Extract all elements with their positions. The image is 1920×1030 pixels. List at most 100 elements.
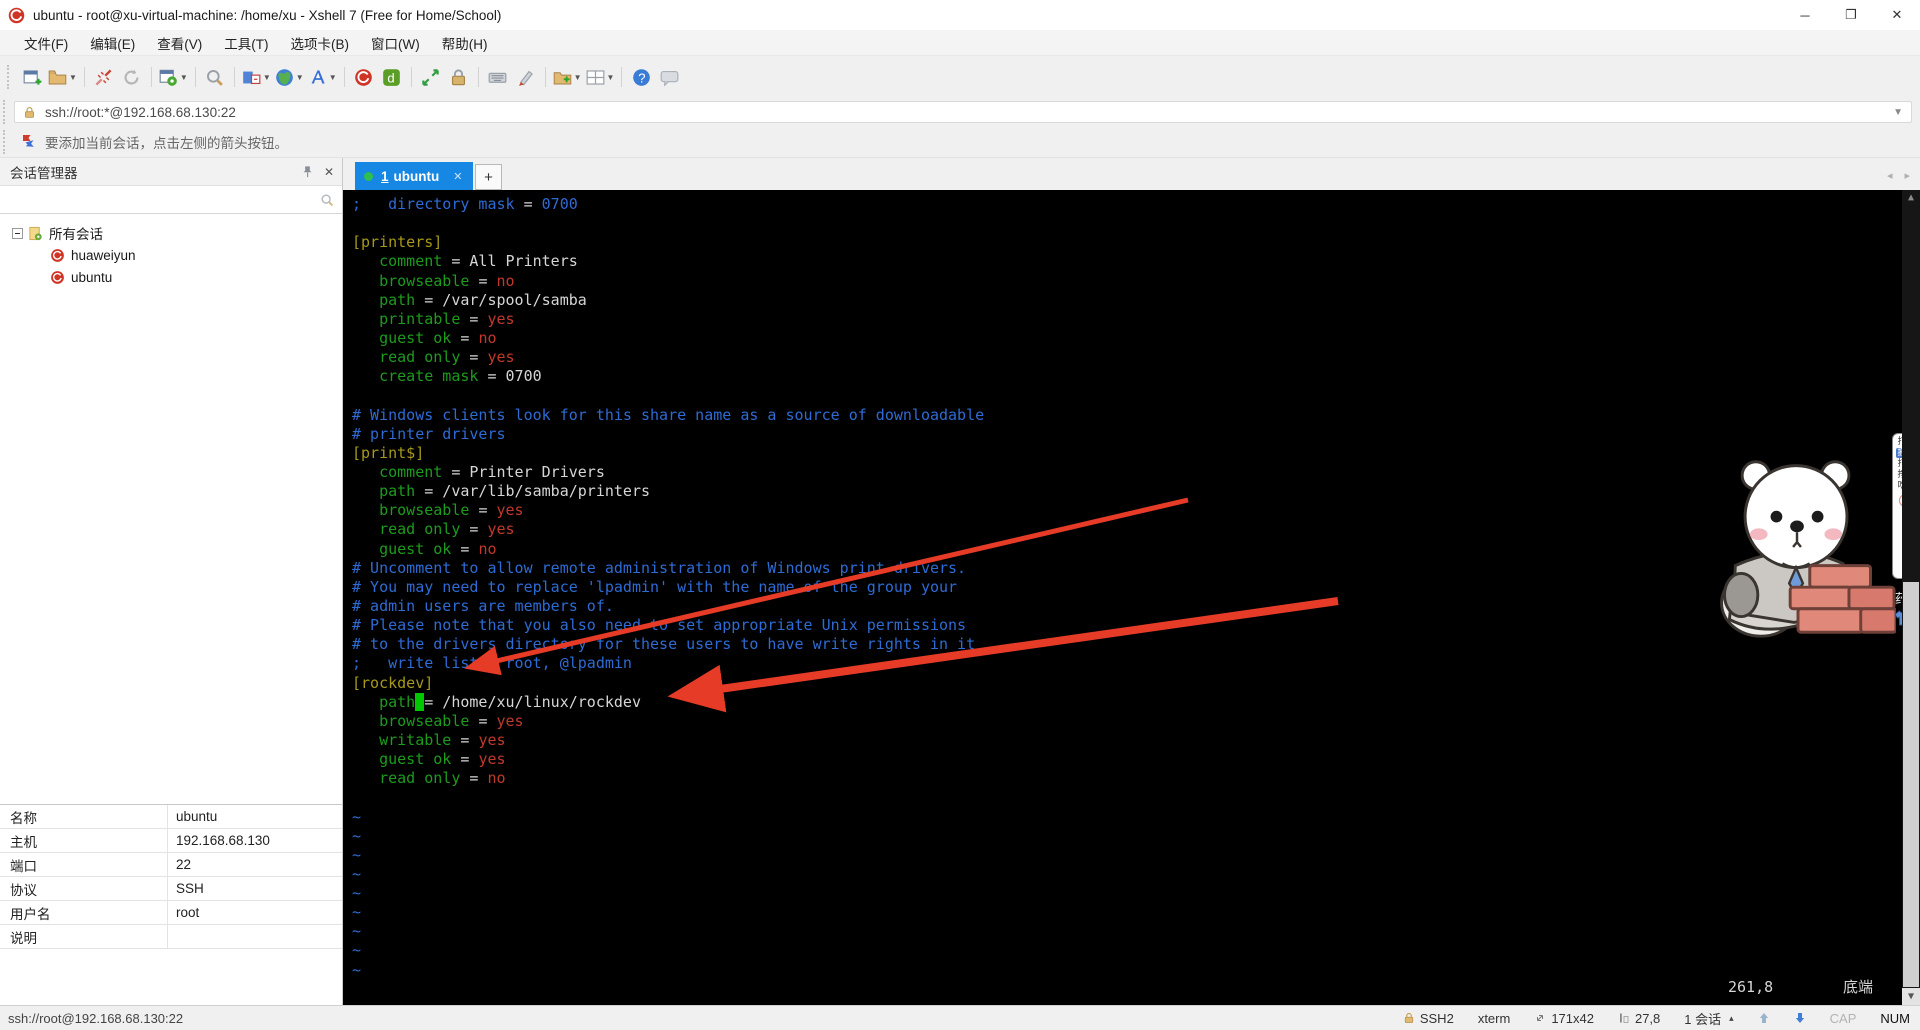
status-scroll-up[interactable] [1758,1012,1770,1024]
address-bar: ssh://root:*@192.168.68.130:22 ▼ [0,98,1920,126]
session-search[interactable] [0,186,342,214]
add-session-flag-icon[interactable] [20,134,36,150]
new-tab-button[interactable]: + [475,164,502,190]
menu-item-3[interactable]: 工具(T) [214,30,278,56]
infobar-grip[interactable] [3,130,9,154]
highlighter-icon [516,68,535,87]
dropdown-arrow-icon[interactable]: ▼ [574,73,582,82]
status-scroll-down[interactable] [1794,1012,1806,1024]
terminal-line: ~ [352,865,1902,884]
terminal-line: ~ [352,846,1902,865]
property-row: 名称ubuntu [0,805,342,829]
tree-item-all-sessions[interactable]: 所有会话 [0,222,342,244]
terminal-line: browseable = yes [352,712,1902,731]
new-folder-button[interactable]: ▼ [551,63,584,91]
disconnect-button[interactable] [90,63,118,91]
panel-close-icon[interactable]: ✕ [324,165,334,179]
dropdown-arrow-icon[interactable]: ▼ [296,73,304,82]
scrollbar-down-icon[interactable]: ▼ [1902,988,1920,1005]
status-session-count[interactable]: 1 会话▴ [1684,1009,1733,1028]
dropdown-arrow-icon[interactable]: ▼ [69,73,77,82]
minimize-button[interactable]: ─ [1782,0,1828,30]
tree-item-ubuntu[interactable]: ubuntu [0,266,342,288]
tile-layout-button[interactable]: ▼ [584,63,617,91]
toolbar-group: ? [627,63,683,91]
menu-item-6[interactable]: 帮助(H) [432,30,498,56]
scrollbar-thumb[interactable] [1903,582,1919,987]
property-row: 说明 [0,925,342,949]
reconnect-icon [122,68,141,87]
dropdown-arrow-icon[interactable]: ▼ [607,73,615,82]
xshell-app-button[interactable] [350,63,378,91]
addressbar-grip[interactable] [3,100,9,124]
status-right: SSH2xterm171x4227,81 会话▴CAPNUM [1403,1009,1910,1028]
reconnect-button[interactable] [118,63,146,91]
terminal-text-segment: = /var/spool/samba [424,291,587,309]
toolbar-separator [478,67,479,87]
session-label: huaweiyun [71,248,136,263]
close-button[interactable]: ✕ [1874,0,1920,30]
file-transfer-button[interactable]: ▼ [240,63,273,91]
toolbar-grip[interactable] [7,65,13,89]
menu-item-2[interactable]: 查看(V) [147,30,212,56]
sidebar-footer [0,949,342,1005]
session-icon [50,248,65,263]
scrollbar-up-icon[interactable]: ▲ [1902,192,1920,203]
open-session-button[interactable]: ▼ [46,63,79,91]
xftp-app-button[interactable]: d [378,63,406,91]
menu-item-4[interactable]: 选项卡(B) [281,30,360,56]
terminal[interactable]: ; directory mask = 0700 [printers] comme… [343,190,1920,1005]
main-area: 会话管理器 ✕ 所有会话huaweiyunubuntu 名称ubuntu主机19… [0,158,1920,1005]
property-value: ubuntu [168,809,217,824]
tab-ubuntu[interactable]: 1 ubuntu ✕ [355,162,473,190]
web-browser-icon [275,68,294,87]
keyboard-button[interactable] [484,63,512,91]
collapse-icon[interactable] [12,228,23,239]
help-button[interactable]: ? [627,63,655,91]
feedback-button[interactable] [655,63,683,91]
xshell-app-icon [354,68,373,87]
terminal-line: [rockdev] [352,674,1902,693]
fullscreen-button[interactable] [417,63,445,91]
search-icon[interactable] [320,193,334,207]
window-controls: ─ ❐ ✕ [1782,0,1920,30]
tab-scroll-left-icon[interactable]: ◂ [1887,169,1893,182]
property-row: 协议SSH [0,877,342,901]
dropdown-arrow-icon[interactable]: ▼ [180,73,188,82]
terminal-text-segment: read only [352,348,469,366]
dropdown-arrow-icon[interactable]: ▼ [329,73,337,82]
dropdown-arrow-icon[interactable]: ▼ [263,73,271,82]
disconnect-icon [94,68,113,87]
terminal-text-segment: yes [487,348,514,366]
tab-close-icon[interactable]: ✕ [453,170,462,183]
menu-item-5[interactable]: 窗口(W) [361,30,430,56]
toolbar-separator [411,67,412,87]
session-search-input[interactable] [8,192,320,207]
property-value: root [168,905,199,920]
address-field[interactable]: ssh://root:*@192.168.68.130:22 ▼ [14,101,1912,123]
session-properties-table: 名称ubuntu主机192.168.68.130端口22协议SSH用户名root… [0,804,342,949]
highlighter-button[interactable] [512,63,540,91]
toolbar-group: d [350,63,406,91]
session-menu-arrow-icon[interactable]: ▴ [1729,1013,1734,1024]
terminal-text-segment: = [469,348,487,366]
address-dropdown-icon[interactable]: ▼ [1893,107,1903,118]
maximize-button[interactable]: ❐ [1828,0,1874,30]
menu-item-0[interactable]: 文件(F) [14,30,78,56]
lock-button[interactable] [445,63,473,91]
terminal-text-segment: # to the drivers directory for these use… [352,635,975,653]
session-properties-button[interactable]: ▼ [157,63,190,91]
terminal-line: read only = yes [352,348,1902,367]
terminal-text-segment: = /var/lib/samba/printers [424,482,650,500]
terminal-line: read only = yes [352,520,1902,539]
toolbar-separator [621,67,622,87]
tab-scroll-right-icon[interactable]: ▸ [1904,169,1910,182]
pin-icon[interactable] [301,165,314,178]
terminal-scrollbar[interactable]: ▲ ▼ [1902,190,1920,1005]
menu-item-1[interactable]: 编辑(E) [80,30,145,56]
find-button[interactable] [201,63,229,91]
tree-item-huaweiyun[interactable]: huaweiyun [0,244,342,266]
web-browser-button[interactable]: ▼ [273,63,306,91]
font-button[interactable]: ▼ [306,63,339,91]
new-terminal-button[interactable] [18,63,46,91]
